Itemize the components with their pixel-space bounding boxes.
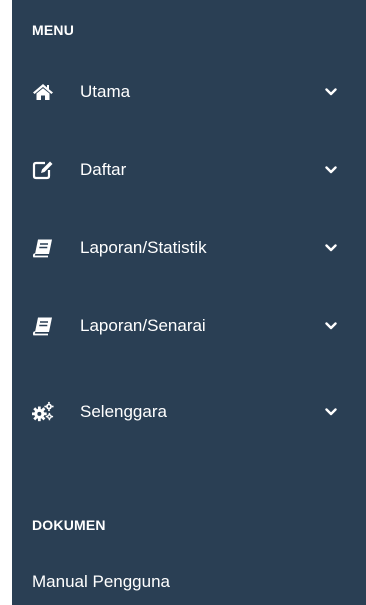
sidebar-item-selenggara[interactable]: Selenggara xyxy=(12,390,366,434)
manual-pengguna-link[interactable]: Manual Pengguna xyxy=(32,572,170,592)
chevron-down-icon xyxy=(324,85,338,99)
sidebar-item-label: Laporan/Senarai xyxy=(80,316,206,335)
sidebar-item-laporan-statistik[interactable]: Laporan/Statistik xyxy=(12,226,366,270)
sidebar: MENU Utama Daftar Laporan/Statistik Lapo… xyxy=(12,0,366,605)
cogs-icon xyxy=(32,401,54,423)
book-icon xyxy=(32,237,54,259)
chevron-down-icon xyxy=(324,319,338,333)
sidebar-item-label: Selenggara xyxy=(80,402,167,421)
chevron-down-icon xyxy=(324,163,338,177)
sidebar-item-label: Utama xyxy=(80,82,131,101)
home-icon xyxy=(32,81,54,103)
sidebar-item-laporan-senarai[interactable]: Laporan/Senarai xyxy=(12,304,366,348)
book-icon xyxy=(32,315,54,337)
sidebar-item-label: Daftar xyxy=(80,160,127,179)
sidebar-item-utama[interactable]: Utama xyxy=(12,70,366,114)
sidebar-item-label: Laporan/Statistik xyxy=(80,238,207,257)
chevron-down-icon xyxy=(324,405,338,419)
menu-section-title: MENU xyxy=(32,22,75,38)
sidebar-item-daftar[interactable]: Daftar xyxy=(12,148,366,192)
chevron-down-icon xyxy=(324,241,338,255)
dokumen-section-title: DOKUMEN xyxy=(32,517,106,533)
edit-icon xyxy=(32,159,54,181)
